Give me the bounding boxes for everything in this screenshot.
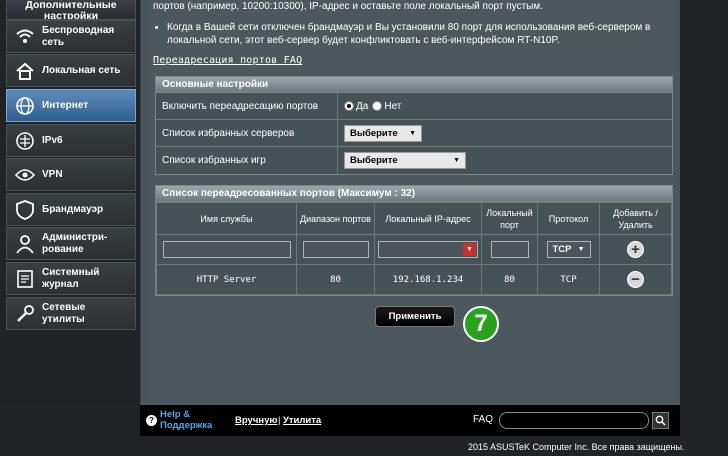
footer-separator: | (278, 415, 281, 426)
right-margin (680, 0, 728, 436)
col-service-name: Имя службы (156, 202, 297, 235)
chevron-down-icon: ▼ (577, 246, 585, 253)
main-panel: портов (например, 10200:10300), IP-адрес… (140, 0, 680, 405)
local-ip-input[interactable]: ▼ (378, 241, 478, 258)
sidebar-item-label: Сетевые утилиты (42, 301, 86, 325)
port-range-cell: 80 (296, 264, 375, 295)
sidebar-item-label: IPv6 (42, 134, 63, 146)
sidebar-item-label: Системный журнал (42, 266, 100, 290)
intro-text: портов (например, 10200:10300), IP-адрес… (153, 0, 675, 46)
sidebar-item-syslog[interactable]: Системный журнал (6, 262, 136, 295)
col-port-range: Диапазон портов (296, 202, 375, 235)
chevron-down-icon: ▼ (453, 157, 460, 164)
help-support-link[interactable]: Help & Поддержка (160, 409, 212, 431)
sidebar-item-internet[interactable]: Интернет (6, 89, 136, 122)
col-local-port: Локальный порт (481, 202, 538, 235)
log-icon (14, 268, 36, 290)
sidebar-item-label: Локальная сеть (42, 64, 121, 76)
faq-label: FAQ (473, 414, 494, 425)
local-ip-cell: 192.168.1.234 (374, 264, 482, 295)
col-add-delete: Добавить / Удалить (599, 202, 672, 235)
radio-yes-button[interactable] (344, 101, 354, 111)
favorite-servers-select[interactable]: Выберите ▼ (344, 124, 422, 142)
sidebar-item-vpn[interactable]: VPN (6, 158, 136, 191)
sidebar-item-admin[interactable]: Администри- рование (6, 227, 136, 260)
delete-rule-button[interactable]: − (627, 271, 644, 288)
step-number-badge: 7 (463, 306, 499, 342)
table-row: HTTP Server 80 192.168.1.234 80 TCP − (156, 264, 672, 295)
sidebar: Дополнительные настройки Беспроводная се… (0, 0, 140, 405)
radio-yes[interactable]: Да (344, 101, 368, 112)
protocol-cell: TCP (537, 264, 600, 295)
new-rule-row: ▼ TCP ▼ + (156, 234, 672, 265)
admin-icon (14, 233, 36, 255)
shield-icon (14, 199, 36, 221)
ipv6-icon (14, 130, 36, 152)
copyright-text: 2015 ASUSTeK Computer Inc. Все права защ… (468, 442, 685, 452)
intro-bullet: Когда в Вашей сети отключен брандмауэр и… (167, 21, 675, 47)
search-icon (655, 415, 666, 426)
radio-no[interactable]: Нет (372, 101, 401, 112)
add-rule-button[interactable]: + (627, 241, 644, 258)
vpn-icon (14, 164, 36, 186)
protocol-select[interactable]: TCP ▼ (546, 241, 591, 258)
minus-icon: − (631, 271, 640, 288)
favorite-servers-label: Список избранных серверов (156, 120, 338, 146)
router-admin-page: Дополнительные настройки Беспроводная се… (0, 0, 728, 456)
apply-button[interactable]: Применить (375, 306, 455, 327)
sidebar-item-label: Беспроводная сеть (42, 24, 115, 48)
help-icon: ? (146, 415, 157, 426)
radio-no-button[interactable] (372, 101, 383, 111)
col-local-ip: Локальный IP-адрес (374, 202, 482, 235)
sidebar-item-network-tools[interactable]: Сетевые утилиты (6, 297, 136, 330)
wifi-icon (14, 26, 36, 48)
manual-link[interactable]: Вручную (235, 415, 277, 426)
forwarded-ports-section: Список переадресованных портов (Максимум… (155, 185, 673, 296)
content-area: портов (например, 10200:10300), IP-адрес… (147, 0, 675, 400)
forwarded-ports-title: Список переадресованных портов (Максимум… (156, 186, 672, 202)
sidebar-item-ipv6[interactable]: IPv6 (6, 124, 136, 157)
chevron-down-icon[interactable]: ▼ (463, 243, 476, 256)
local-port-input[interactable] (490, 241, 529, 258)
sidebar-item-label: VPN (42, 168, 63, 180)
sidebar-item-label: Интернет (42, 99, 89, 111)
sidebar-item-label: Брандмауэр (42, 203, 104, 215)
ports-table: Имя службы Диапазон портов Локальный IP-… (156, 202, 672, 295)
home-icon (14, 60, 36, 82)
basic-settings-section: Основные настройки Включить переадресаци… (155, 76, 673, 175)
faq-search-input[interactable] (499, 412, 649, 429)
intro-bullets: Когда в Вашей сети отключен брандмауэр и… (153, 21, 675, 47)
tools-icon (14, 303, 36, 325)
sidebar-header: Дополнительные настройки (6, 0, 136, 20)
basic-settings-title: Основные настройки (156, 77, 672, 93)
search-button[interactable] (652, 412, 669, 429)
enable-forwarding-row: Включить переадресацию портов Да Нет (156, 93, 672, 120)
sidebar-item-firewall[interactable]: Брандмауэр (6, 193, 136, 226)
sidebar-item-lan[interactable]: Локальная сеть (6, 54, 136, 87)
sidebar-item-label: Администри- рование (42, 231, 108, 255)
intro-line: портов (например, 10200:10300), IP-адрес… (153, 1, 543, 12)
favorite-games-select[interactable]: Выберите ▼ (344, 152, 466, 169)
favorite-games-label: Список избранных игр (156, 147, 338, 174)
enable-forwarding-label: Включить переадресацию портов (156, 93, 338, 119)
sidebar-item-wireless[interactable]: Беспроводная сеть (6, 20, 136, 53)
footer-bar: ? Help & Поддержка Вручную | Утилита FAQ (140, 405, 680, 436)
globe-icon (14, 95, 36, 117)
favorite-games-row: Список избранных игр Выберите ▼ (156, 147, 672, 174)
col-protocol: Протокол (537, 202, 600, 235)
plus-icon: + (631, 241, 640, 258)
port-range-input[interactable] (302, 241, 369, 258)
local-port-cell: 80 (481, 264, 538, 295)
chevron-down-icon: ▼ (409, 129, 416, 137)
utility-link[interactable]: Утилита (283, 415, 321, 426)
favorite-servers-row: Список избранных серверов Выберите ▼ (156, 120, 672, 147)
table-header-row: Имя службы Диапазон портов Локальный IP-… (156, 202, 672, 235)
service-name-cell: HTTP Server (156, 264, 297, 295)
service-name-input[interactable] (162, 241, 291, 258)
port-forwarding-faq-link[interactable]: Переадресация портов FAQ (153, 55, 302, 66)
